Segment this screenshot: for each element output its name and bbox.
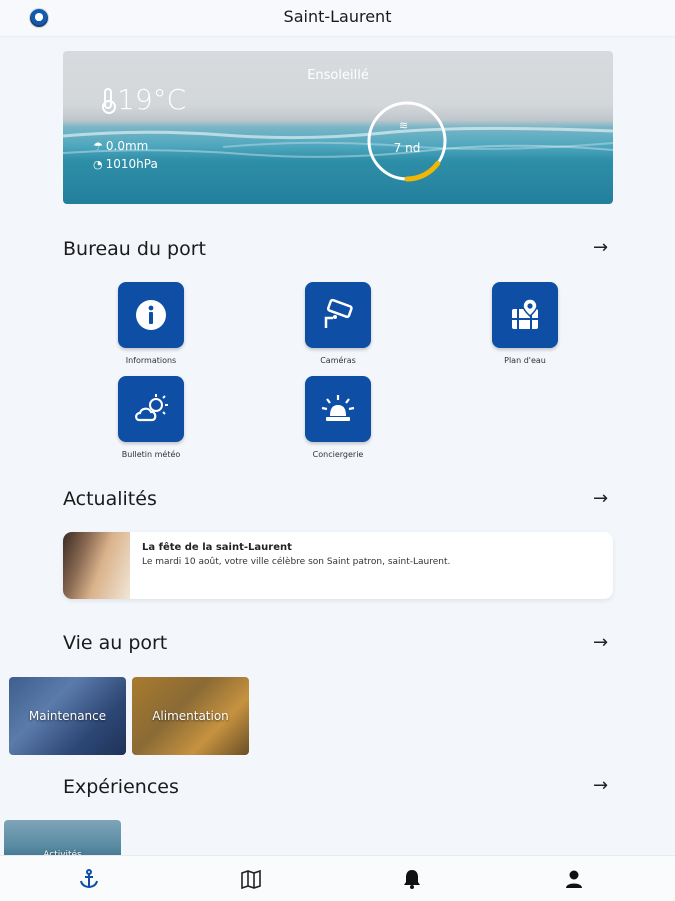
tile-informations[interactable]: Informations [118, 282, 184, 365]
news-card[interactable]: La fête de la saint-Laurent Le mardi 10 … [63, 532, 613, 599]
tile-label: Bulletin météo [121, 450, 181, 459]
info-icon [136, 300, 166, 330]
pressure-stat: ◔ 1010hPa [93, 157, 158, 171]
news-description: Le mardi 10 août, votre ville célèbre so… [142, 557, 451, 567]
vie-card-alimentation[interactable]: Alimentation [132, 677, 249, 755]
tile-label: Conciergerie [312, 450, 364, 459]
page-title: Saint-Laurent [283, 7, 392, 26]
pressure-value: 1010hPa [105, 157, 158, 171]
nav-anchor[interactable] [74, 866, 104, 892]
nav-profile[interactable] [559, 866, 589, 892]
map-icon [241, 869, 261, 890]
section-title-bureau: Bureau du port [63, 238, 206, 260]
anchor-icon [80, 869, 98, 889]
gauge-icon: ◔ [93, 157, 103, 171]
umbrella-icon: ☂ [93, 139, 103, 153]
temperature-display: 19°C [101, 83, 186, 116]
wind-value: 7 nd [393, 141, 421, 155]
top-bar: Saint-Laurent [0, 0, 675, 37]
thermometer-icon [101, 87, 116, 114]
section-title-experiences: Expériences [63, 776, 179, 798]
section-title-vie: Vie au port [63, 632, 168, 654]
nav-notifications[interactable] [397, 866, 427, 892]
actualites-arrow-icon[interactable]: → [593, 488, 608, 509]
news-thumbnail [63, 532, 130, 599]
experiences-arrow-icon[interactable]: → [593, 775, 608, 796]
camera-icon [324, 298, 353, 328]
map-pin-icon [512, 298, 538, 329]
rain-value: 0.0mm [105, 139, 149, 153]
temperature-value: 19°C [117, 83, 187, 116]
weather-condition: Ensoleillé [307, 68, 369, 83]
tile-cameras[interactable]: Caméras [305, 282, 371, 365]
bottom-nav [0, 855, 675, 901]
news-title: La fête de la saint-Laurent [142, 542, 292, 553]
card-label: Alimentation [152, 709, 229, 723]
tile-label: Plan d'eau [504, 356, 546, 365]
tile-label: Caméras [320, 356, 356, 365]
vie-arrow-icon[interactable]: → [593, 632, 608, 653]
bureau-arrow-icon[interactable]: → [593, 237, 608, 258]
wind-gauge: ≋ 7 nd [365, 99, 449, 183]
tile-label: Informations [125, 356, 177, 365]
weather-card[interactable]: Ensoleillé 19°C ☂ 0.0mm ◔ 1010hPa ≋ 7 nd [63, 51, 613, 204]
nav-map[interactable] [236, 866, 266, 892]
siren-icon [321, 395, 355, 421]
weather-icon [135, 394, 168, 422]
wind-icon: ≋ [399, 119, 409, 132]
tile-bulletin-meteo[interactable]: Bulletin météo [118, 376, 184, 459]
section-title-actualites: Actualités [63, 488, 157, 510]
tile-plan-eau[interactable]: Plan d'eau [492, 282, 558, 365]
rain-stat: ☂ 0.0mm [93, 139, 148, 153]
user-icon [566, 870, 582, 888]
card-label: Maintenance [28, 709, 107, 723]
bell-icon [404, 870, 420, 889]
vie-card-maintenance[interactable]: Maintenance [9, 677, 126, 755]
tile-conciergerie[interactable]: Conciergerie [305, 376, 371, 459]
